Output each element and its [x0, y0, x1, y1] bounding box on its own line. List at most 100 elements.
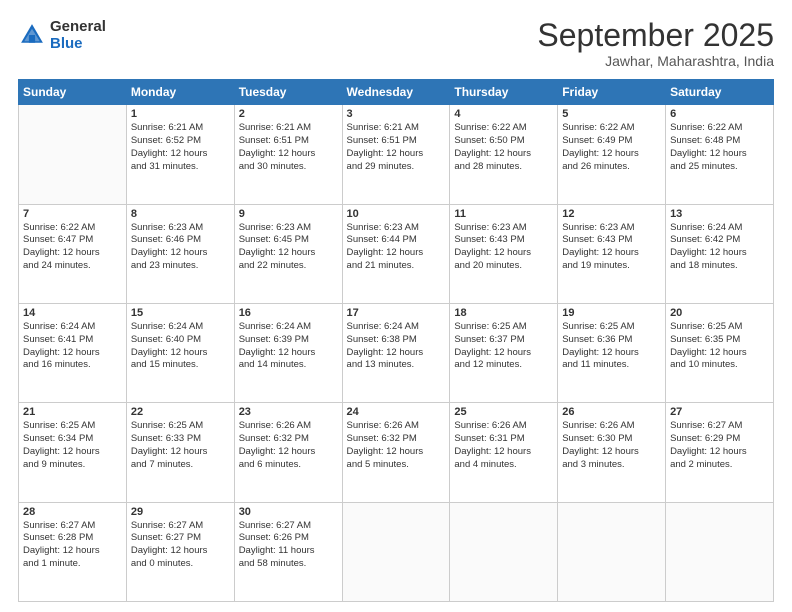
day-number: 14 [23, 307, 122, 319]
logo-icon [18, 21, 46, 49]
calendar-cell: 6 Sunrise: 6:22 AM Sunset: 6:48 PM Daylig… [666, 105, 774, 204]
cell-info: Sunrise: 6:25 AM Sunset: 6:34 PM Dayligh… [23, 420, 122, 471]
cell-info: Sunrise: 6:22 AM Sunset: 6:48 PM Dayligh… [670, 122, 769, 173]
cell-info: Sunrise: 6:21 AM Sunset: 6:51 PM Dayligh… [347, 122, 446, 173]
calendar-header-wednesday: Wednesday [342, 80, 450, 105]
day-number: 7 [23, 208, 122, 220]
day-number: 28 [23, 506, 122, 518]
cell-info: Sunrise: 6:24 AM Sunset: 6:39 PM Dayligh… [239, 321, 338, 372]
day-number: 18 [454, 307, 553, 319]
calendar-table: SundayMondayTuesdayWednesdayThursdayFrid… [18, 79, 774, 602]
day-number: 20 [670, 307, 769, 319]
calendar-cell: 17 Sunrise: 6:24 AM Sunset: 6:38 PM Dayli… [342, 303, 450, 402]
logo-text: General Blue [50, 18, 106, 52]
calendar-cell: 9 Sunrise: 6:23 AM Sunset: 6:45 PM Daylig… [234, 204, 342, 303]
calendar-cell: 25 Sunrise: 6:26 AM Sunset: 6:31 PM Dayli… [450, 403, 558, 502]
day-number: 4 [454, 108, 553, 120]
day-number: 30 [239, 506, 338, 518]
cell-info: Sunrise: 6:27 AM Sunset: 6:27 PM Dayligh… [131, 520, 230, 571]
calendar-cell: 24Sunrise: 6:26 AM Sunset: 6:32 PM Dayli… [342, 403, 450, 502]
calendar-cell: 28 Sunrise: 6:27 AM Sunset: 6:28 PM Dayli… [19, 502, 127, 601]
calendar-cell: 19 Sunrise: 6:25 AM Sunset: 6:36 PM Dayli… [558, 303, 666, 402]
day-number: 11 [454, 208, 553, 220]
cell-info: Sunrise: 6:24 AM Sunset: 6:40 PM Dayligh… [131, 321, 230, 372]
cell-info: Sunrise: 6:23 AM Sunset: 6:46 PM Dayligh… [131, 222, 230, 273]
logo-general: General [50, 18, 106, 35]
calendar-cell [19, 105, 127, 204]
calendar-cell: 15 Sunrise: 6:24 AM Sunset: 6:40 PM Dayli… [126, 303, 234, 402]
calendar-week-row: 28 Sunrise: 6:27 AM Sunset: 6:28 PM Dayli… [19, 502, 774, 601]
cell-info: Sunrise: 6:26 AM Sunset: 6:31 PM Dayligh… [454, 420, 553, 471]
cell-info: Sunrise: 6:25 AM Sunset: 6:33 PM Dayligh… [131, 420, 230, 471]
day-number: 26 [562, 406, 661, 418]
header: General Blue September 2025 Jawhar, Maha… [18, 18, 774, 69]
calendar-cell [666, 502, 774, 601]
day-number: 19 [562, 307, 661, 319]
cell-info: Sunrise: 6:22 AM Sunset: 6:50 PM Dayligh… [454, 122, 553, 173]
cell-info: Sunrise: 6:25 AM Sunset: 6:36 PM Dayligh… [562, 321, 661, 372]
cell-info: Sunrise: 6:26 AM Sunset: 6:30 PM Dayligh… [562, 420, 661, 471]
day-number: 1 [131, 108, 230, 120]
calendar-header-monday: Monday [126, 80, 234, 105]
calendar-cell: 1 Sunrise: 6:21 AM Sunset: 6:52 PM Daylig… [126, 105, 234, 204]
calendar-cell: 26 Sunrise: 6:26 AM Sunset: 6:30 PM Dayli… [558, 403, 666, 502]
calendar-week-row: 21 Sunrise: 6:25 AM Sunset: 6:34 PM Dayli… [19, 403, 774, 502]
calendar-cell: 29 Sunrise: 6:27 AM Sunset: 6:27 PM Dayli… [126, 502, 234, 601]
calendar-cell: 13Sunrise: 6:24 AM Sunset: 6:42 PM Dayli… [666, 204, 774, 303]
day-number: 29 [131, 506, 230, 518]
day-number: 17 [347, 307, 446, 319]
cell-info: Sunrise: 6:23 AM Sunset: 6:43 PM Dayligh… [562, 222, 661, 273]
day-number: 21 [23, 406, 122, 418]
cell-info: Sunrise: 6:27 AM Sunset: 6:28 PM Dayligh… [23, 520, 122, 571]
month-title: September 2025 [537, 18, 774, 53]
cell-info: Sunrise: 6:27 AM Sunset: 6:26 PM Dayligh… [239, 520, 338, 571]
calendar-cell: 21 Sunrise: 6:25 AM Sunset: 6:34 PM Dayli… [19, 403, 127, 502]
calendar-cell: 18Sunrise: 6:25 AM Sunset: 6:37 PM Dayli… [450, 303, 558, 402]
calendar-week-row: 7 Sunrise: 6:22 AM Sunset: 6:47 PM Daylig… [19, 204, 774, 303]
cell-info: Sunrise: 6:26 AM Sunset: 6:32 PM Dayligh… [347, 420, 446, 471]
cell-info: Sunrise: 6:23 AM Sunset: 6:45 PM Dayligh… [239, 222, 338, 273]
calendar-cell: 22 Sunrise: 6:25 AM Sunset: 6:33 PM Dayli… [126, 403, 234, 502]
calendar-week-row: 1 Sunrise: 6:21 AM Sunset: 6:52 PM Daylig… [19, 105, 774, 204]
day-number: 6 [670, 108, 769, 120]
cell-info: Sunrise: 6:25 AM Sunset: 6:35 PM Dayligh… [670, 321, 769, 372]
location: Jawhar, Maharashtra, India [537, 53, 774, 69]
calendar-cell: 23Sunrise: 6:26 AM Sunset: 6:32 PM Dayli… [234, 403, 342, 502]
day-number: 23 [239, 406, 338, 418]
calendar-cell: 12 Sunrise: 6:23 AM Sunset: 6:43 PM Dayli… [558, 204, 666, 303]
day-number: 15 [131, 307, 230, 319]
calendar-cell: 30 Sunrise: 6:27 AM Sunset: 6:26 PM Dayli… [234, 502, 342, 601]
day-number: 12 [562, 208, 661, 220]
day-number: 2 [239, 108, 338, 120]
day-number: 9 [239, 208, 338, 220]
day-number: 16 [239, 307, 338, 319]
day-number: 3 [347, 108, 446, 120]
calendar-header-sunday: Sunday [19, 80, 127, 105]
cell-info: Sunrise: 6:21 AM Sunset: 6:52 PM Dayligh… [131, 122, 230, 173]
calendar-cell: 7 Sunrise: 6:22 AM Sunset: 6:47 PM Daylig… [19, 204, 127, 303]
calendar-cell: 20 Sunrise: 6:25 AM Sunset: 6:35 PM Dayli… [666, 303, 774, 402]
calendar-header-friday: Friday [558, 80, 666, 105]
cell-info: Sunrise: 6:23 AM Sunset: 6:44 PM Dayligh… [347, 222, 446, 273]
day-number: 27 [670, 406, 769, 418]
day-number: 8 [131, 208, 230, 220]
day-number: 25 [454, 406, 553, 418]
cell-info: Sunrise: 6:24 AM Sunset: 6:38 PM Dayligh… [347, 321, 446, 372]
calendar-cell: 11 Sunrise: 6:23 AM Sunset: 6:43 PM Dayli… [450, 204, 558, 303]
calendar-header-thursday: Thursday [450, 80, 558, 105]
calendar-cell: 2Sunrise: 6:21 AM Sunset: 6:51 PM Daylig… [234, 105, 342, 204]
cell-info: Sunrise: 6:23 AM Sunset: 6:43 PM Dayligh… [454, 222, 553, 273]
day-number: 22 [131, 406, 230, 418]
calendar-cell: 3 Sunrise: 6:21 AM Sunset: 6:51 PM Daylig… [342, 105, 450, 204]
cell-info: Sunrise: 6:22 AM Sunset: 6:49 PM Dayligh… [562, 122, 661, 173]
logo: General Blue [18, 18, 106, 52]
calendar-header-tuesday: Tuesday [234, 80, 342, 105]
day-number: 5 [562, 108, 661, 120]
logo-blue: Blue [50, 35, 106, 52]
cell-info: Sunrise: 6:27 AM Sunset: 6:29 PM Dayligh… [670, 420, 769, 471]
day-number: 13 [670, 208, 769, 220]
cell-info: Sunrise: 6:24 AM Sunset: 6:41 PM Dayligh… [23, 321, 122, 372]
cell-info: Sunrise: 6:22 AM Sunset: 6:47 PM Dayligh… [23, 222, 122, 273]
calendar-header-saturday: Saturday [666, 80, 774, 105]
calendar-cell [558, 502, 666, 601]
